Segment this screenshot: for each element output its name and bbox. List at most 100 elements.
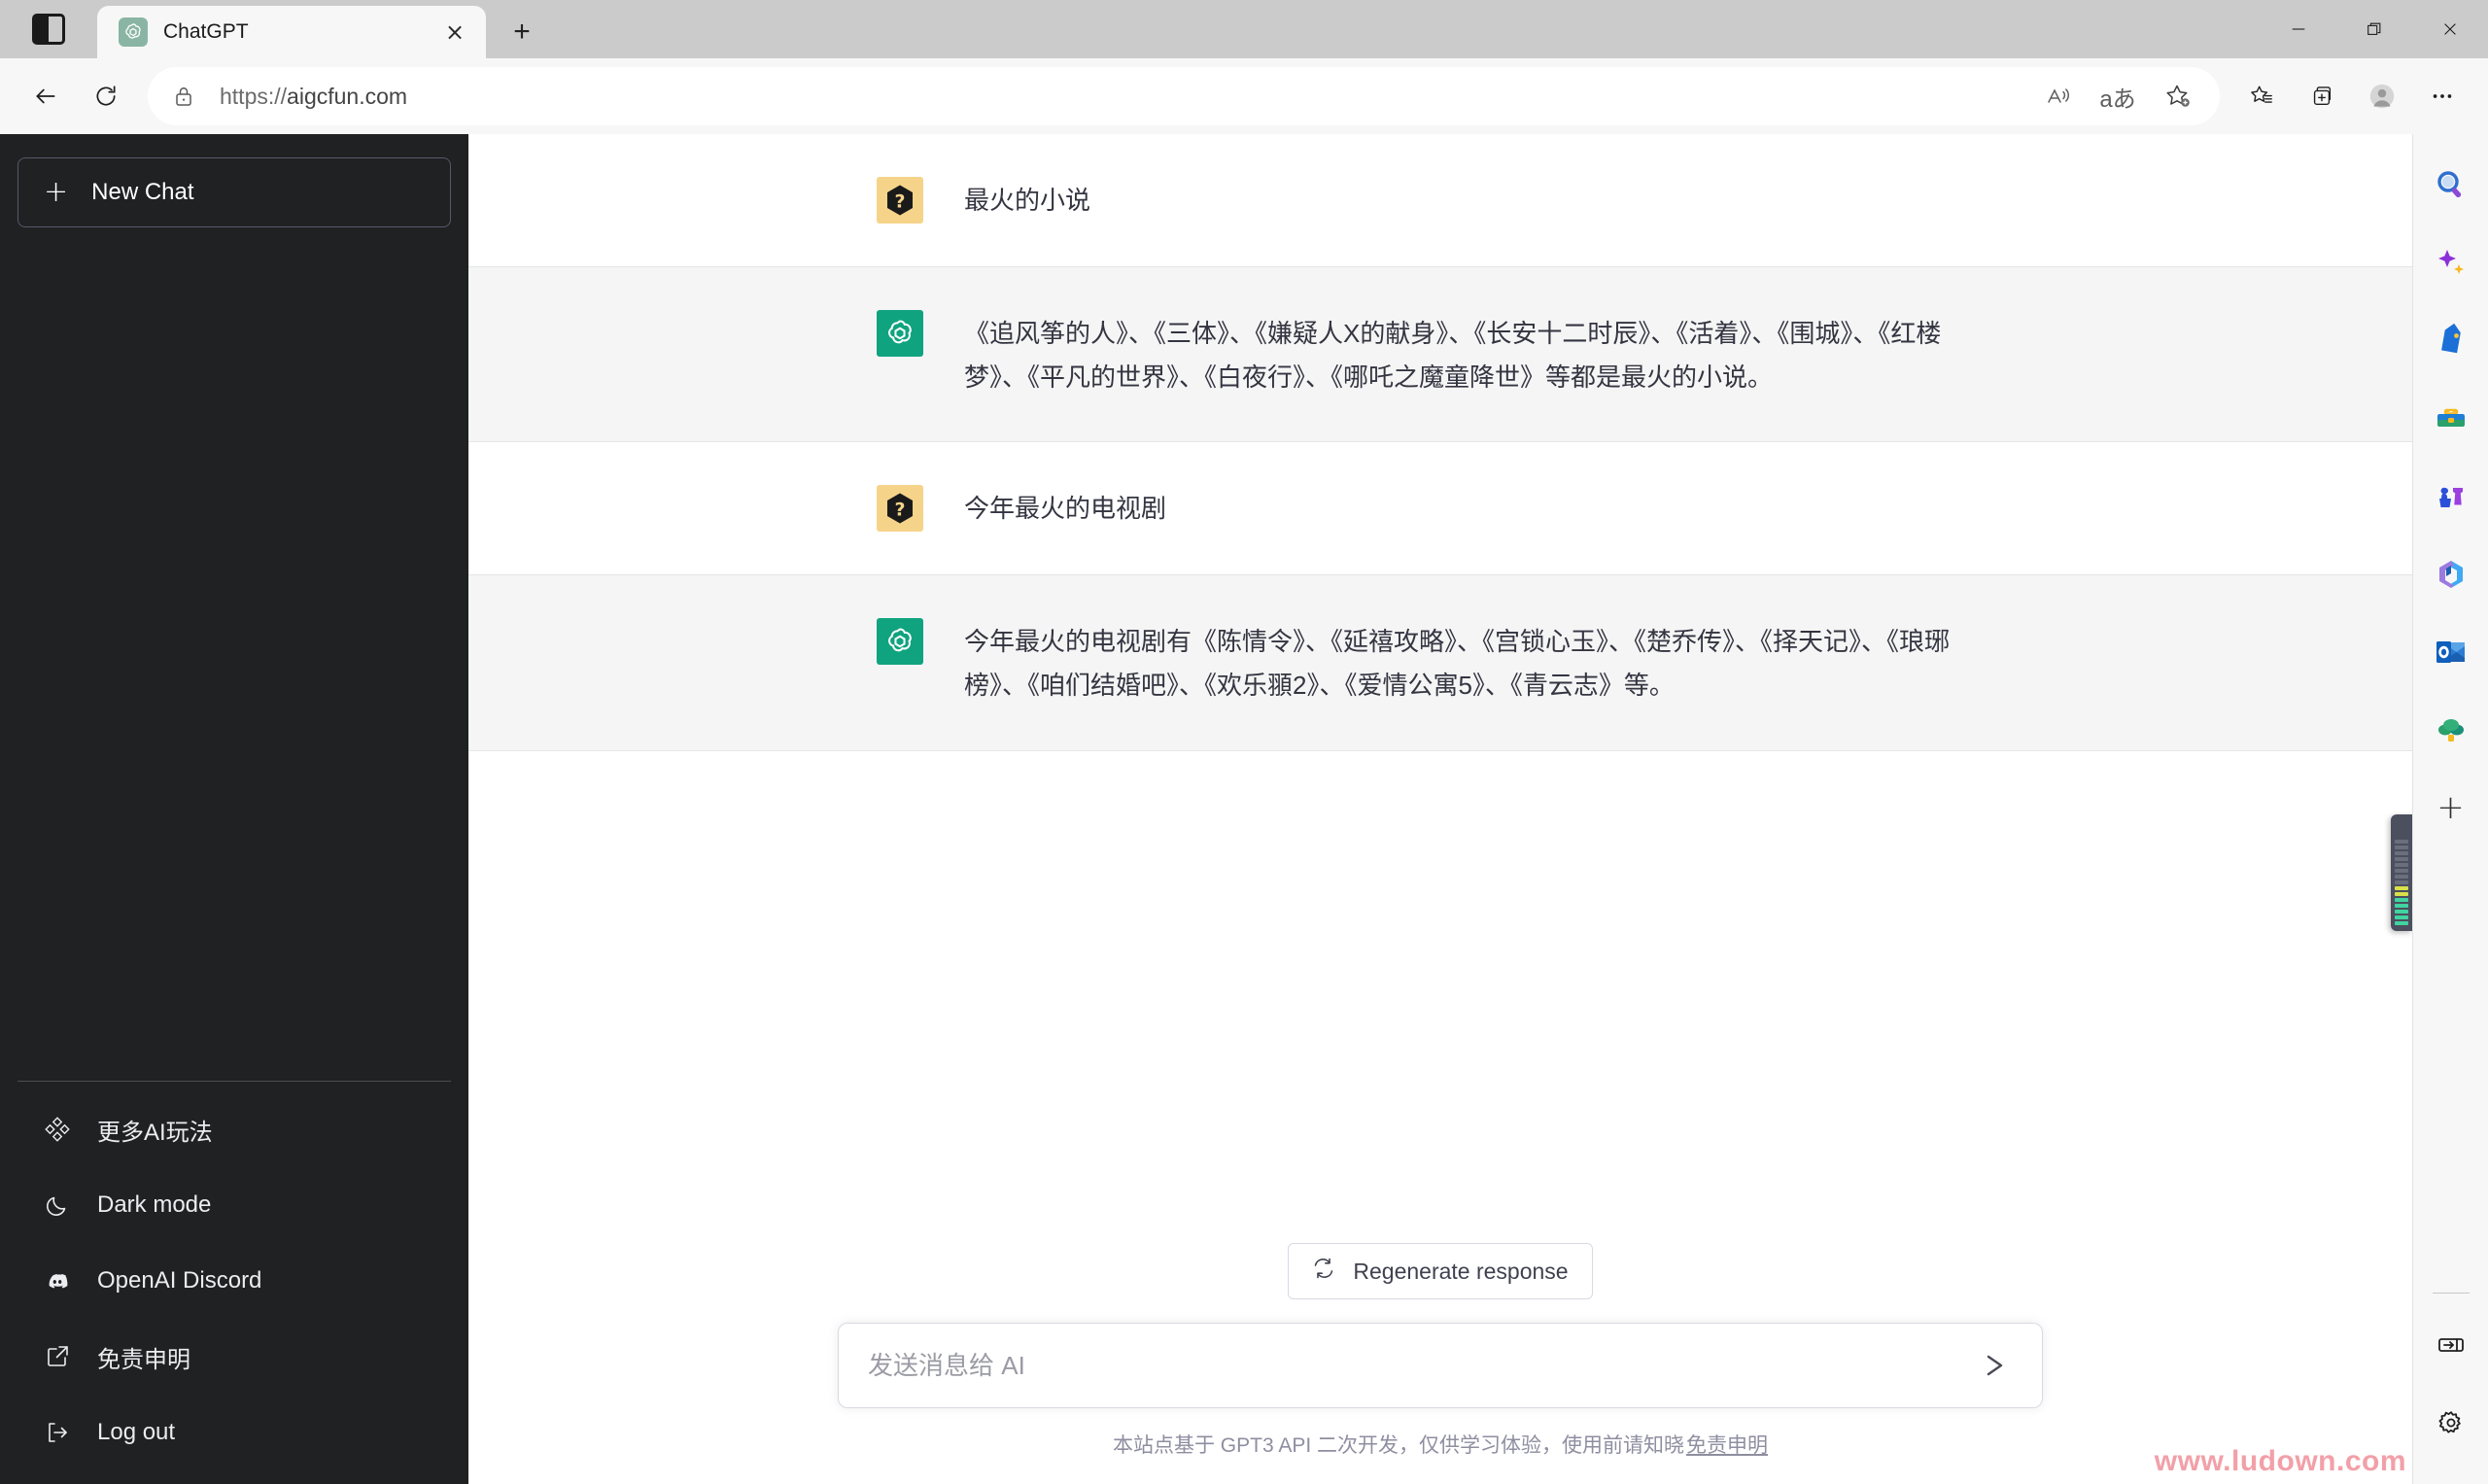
refresh-cycle-icon [1312, 1257, 1335, 1286]
footer-text: 本站点基于 GPT3 API 二次开发，仅供学习体验，使用前请知晓 [1112, 1434, 1685, 1457]
search-icon[interactable] [2421, 155, 2481, 216]
back-button[interactable] [16, 66, 76, 126]
read-aloud-icon[interactable] [2029, 69, 2086, 123]
composer-area: Regenerate response 本站点基于 GPT3 API 二次开发，… [468, 1243, 2412, 1484]
chat-main: ? 最火的小说 《追风筝的人》、《三体》、《嫌疑人X的献身》、《长安十二时辰》、… [468, 134, 2412, 1484]
meter-segment [2395, 910, 2408, 914]
browser-tab-chatgpt[interactable]: ChatGPT × [97, 6, 486, 58]
message-row-assistant: 今年最火的电视剧有《陈情令》、《延禧攻略》、《宫锁心玉》、《楚乔传》、《择天记》… [468, 575, 2412, 751]
new-chat-button[interactable]: + New Chat [17, 157, 451, 227]
question-mark-avatar: ? [877, 177, 923, 224]
meter-segment [2395, 880, 2408, 884]
refresh-button[interactable] [76, 66, 136, 126]
sidebar-divider [2432, 1293, 2470, 1294]
edge-sidebar-footer [2421, 1293, 2481, 1484]
regenerate-response-button[interactable]: Regenerate response [1288, 1243, 1593, 1299]
meter-segment [2395, 869, 2408, 873]
sidebar-item-more-ai[interactable]: 更多AI玩法 [17, 1091, 451, 1167]
message-row-user: ? 今年最火的电视剧 [468, 442, 2412, 576]
sidebar-item-label: Log out [97, 1419, 176, 1445]
chat-sidebar: + New Chat 更多AI玩法 Dark mode OpenAI Disco… [0, 134, 468, 1484]
minimize-button[interactable] [2261, 0, 2336, 58]
address-bar-actions: aあ [2029, 69, 2206, 123]
outlook-icon[interactable] [2421, 622, 2481, 682]
close-button[interactable] [2412, 0, 2488, 58]
sparkle-diamond-icon [43, 1115, 72, 1144]
message-text: 《追风筝的人》、《三体》、《嫌疑人X的献身》、《长安十二时辰》、《活着》、《围城… [964, 319, 1942, 392]
meter-segment [2395, 921, 2408, 925]
new-tab-button[interactable]: + [500, 10, 544, 54]
meter-segment [2395, 846, 2408, 849]
message-row-user: ? 最火的小说 [468, 134, 2412, 267]
logout-icon [43, 1418, 72, 1447]
browser-toolbar: https://aigcfun.com aあ [0, 58, 2488, 134]
lock-icon [173, 85, 202, 108]
address-bar[interactable]: https://aigcfun.com aあ [148, 67, 2220, 125]
expand-sidebar-icon[interactable] [2421, 1315, 2481, 1375]
meter-segment [2395, 851, 2408, 855]
favorites-button[interactable] [2231, 66, 2292, 126]
sidebar-item-openai-discord[interactable]: OpenAI Discord [17, 1243, 451, 1319]
translate-icon[interactable]: aあ [2090, 69, 2146, 123]
message-text: 今年最火的电视剧 [964, 494, 1167, 524]
collections-button[interactable] [2292, 66, 2352, 126]
tab-actions-button[interactable] [0, 0, 97, 58]
sidebar-bottom-menu: 更多AI玩法 Dark mode OpenAI Discord 免责申明 Log… [17, 1081, 451, 1470]
sidebar-item-log-out[interactable]: Log out [17, 1395, 451, 1470]
openai-logo-avatar [877, 310, 923, 357]
drop-tree-icon[interactable] [2421, 700, 2481, 760]
svg-text:?: ? [894, 500, 905, 521]
url-scheme: https:// [220, 83, 288, 109]
sidebar-item-disclaimer[interactable]: 免责申明 [17, 1319, 451, 1395]
copilot-sparkle-icon[interactable] [2421, 233, 2481, 293]
meter-segment [2395, 886, 2408, 890]
settings-and-more-button[interactable] [2412, 66, 2472, 126]
shopping-tag-icon[interactable] [2421, 311, 2481, 371]
games-chess-icon[interactable] [2421, 466, 2481, 527]
message-text: 最火的小说 [964, 186, 1091, 215]
sidebar-item-dark-mode[interactable]: Dark mode [17, 1167, 451, 1243]
tab-close-icon[interactable]: × [437, 15, 472, 50]
url-host: aigcfun.com [287, 83, 408, 109]
meter-segment [2395, 857, 2408, 861]
microsoft-365-icon[interactable] [2421, 544, 2481, 604]
sidebar-item-label: 更多AI玩法 [97, 1119, 213, 1146]
add-favorite-icon[interactable] [2150, 69, 2206, 123]
meter-segment [2395, 904, 2408, 908]
message-text: 今年最火的电视剧有《陈情令》、《延禧攻略》、《宫锁心玉》、《楚乔传》、《择天记》… [964, 627, 1951, 701]
chat-history-list [14, 227, 455, 1081]
toolbox-icon[interactable] [2421, 389, 2481, 449]
browser-window: ChatGPT × + https://aigcfun.com aあ + New… [0, 0, 2488, 1484]
tab-actions-icon [32, 14, 65, 45]
add-sidebar-app-button[interactable]: + [2421, 777, 2481, 838]
meter-segment [2395, 875, 2408, 879]
message-composer[interactable] [838, 1323, 2043, 1408]
site-watermark: www.ludown.com [2154, 1445, 2406, 1477]
sidebar-item-label: 免责申明 [97, 1346, 190, 1373]
volume-meter-widget[interactable] [2391, 814, 2412, 931]
svg-text:?: ? [894, 191, 905, 213]
new-chat-label: New Chat [91, 179, 194, 205]
send-button[interactable] [1974, 1344, 2017, 1387]
meter-segment [2395, 863, 2408, 867]
edge-sidebar: + [2412, 134, 2488, 1484]
gear-icon[interactable] [2421, 1393, 2481, 1453]
meter-segment [2395, 915, 2408, 919]
sidebar-item-label: Dark mode [97, 1191, 212, 1218]
profile-avatar[interactable] [2352, 66, 2412, 126]
page-viewport: + New Chat 更多AI玩法 Dark mode OpenAI Disco… [0, 134, 2488, 1484]
meter-segment [2395, 898, 2408, 902]
plus-icon: + [44, 175, 69, 209]
title-bar: ChatGPT × + [0, 0, 2488, 58]
tab-title: ChatGPT [163, 20, 249, 43]
chatgpt-favicon-icon [119, 17, 148, 47]
restore-button[interactable] [2336, 0, 2412, 58]
openai-logo-avatar [877, 618, 923, 666]
window-controls [2261, 0, 2488, 58]
meter-segment [2395, 840, 2408, 844]
message-input[interactable] [868, 1350, 1974, 1381]
discord-icon [43, 1266, 72, 1295]
footer-disclaimer-link[interactable]: 免责申明 [1686, 1430, 1768, 1459]
footer-disclaimer: 本站点基于 GPT3 API 二次开发，仅供学习体验，使用前请知晓 免责申明 [1113, 1430, 1768, 1459]
moon-icon [43, 1191, 72, 1220]
